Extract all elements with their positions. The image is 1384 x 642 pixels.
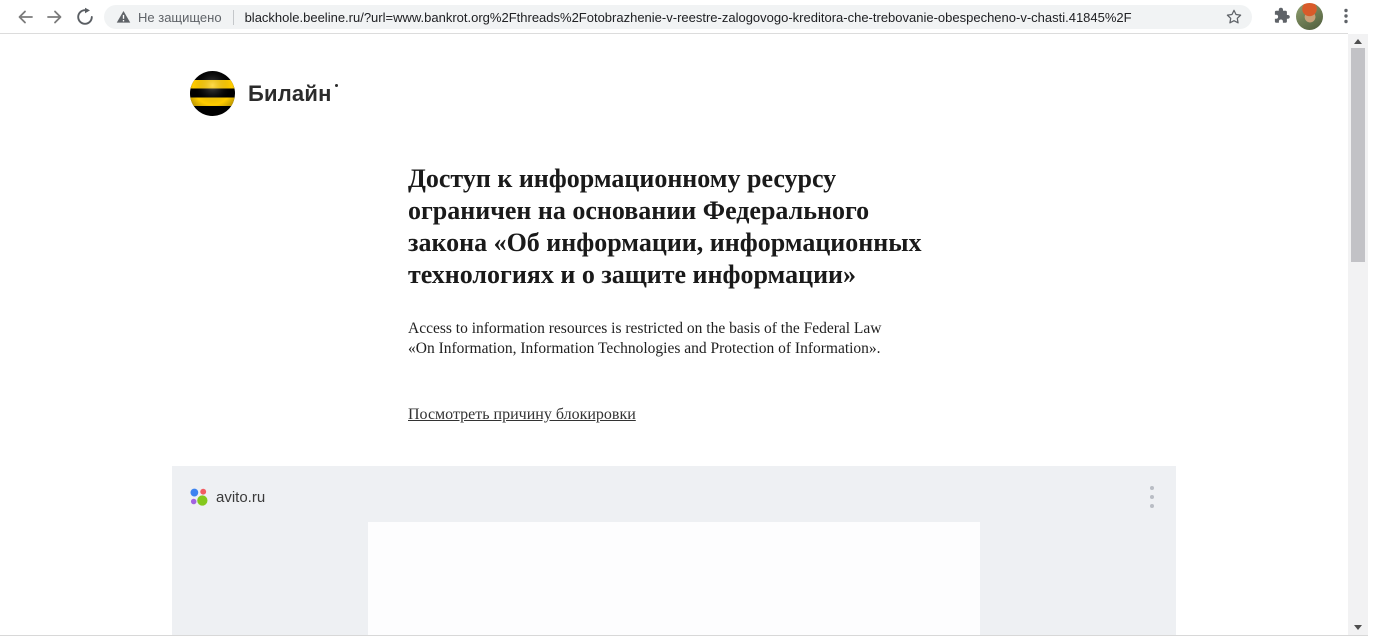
view-block-reason-link[interactable]: Посмотреть причину блокировки	[408, 406, 636, 424]
ad-site-label: avito.ru	[216, 489, 265, 506]
profile-avatar[interactable]	[1296, 3, 1323, 30]
url-bar[interactable]: Не защищено blackhole.beeline.ru/?url=ww…	[104, 5, 1252, 29]
browser-toolbar: Не защищено blackhole.beeline.ru/?url=ww…	[0, 0, 1384, 33]
ad-options-icon[interactable]	[1144, 484, 1160, 510]
scrollbar-thumb[interactable]	[1351, 48, 1365, 262]
toolbar-divider	[0, 33, 1348, 34]
extensions-puzzle-icon[interactable]	[1271, 6, 1293, 28]
ad-block: avito.ru	[172, 466, 1176, 635]
browser-window: Не защищено blackhole.beeline.ru/?url=ww…	[0, 0, 1384, 642]
block-heading: Доступ к информационному ресурсу огранич…	[408, 163, 922, 291]
beeline-brand-text: Билайн	[248, 81, 332, 107]
trademark-dot-icon	[335, 84, 338, 87]
ad-header: avito.ru	[190, 486, 1160, 508]
security-label[interactable]: Не защищено	[138, 10, 222, 25]
back-button[interactable]	[12, 4, 38, 30]
scroll-down-arrow[interactable]	[1348, 620, 1368, 634]
reload-icon	[75, 7, 95, 27]
vertical-scrollbar[interactable]	[1348, 34, 1368, 635]
block-subheading-en: Access to information resources is restr…	[408, 319, 881, 358]
beeline-logo[interactable]: Билайн	[190, 71, 338, 116]
forward-arrow-icon	[45, 7, 65, 27]
bookmark-star-icon[interactable]	[1225, 8, 1243, 26]
window-bottom-edge	[0, 635, 1368, 636]
url-separator	[233, 10, 234, 25]
reload-button[interactable]	[72, 4, 98, 30]
back-arrow-icon	[15, 7, 35, 27]
url-text[interactable]: blackhole.beeline.ru/?url=www.bankrot.or…	[245, 10, 1132, 25]
avito-logo-icon	[190, 488, 209, 507]
forward-button[interactable]	[42, 4, 68, 30]
not-secure-warning-icon[interactable]	[116, 10, 131, 24]
beeline-sphere-icon	[190, 71, 235, 116]
ad-content-placeholder	[368, 522, 980, 635]
browser-menu-icon[interactable]	[1336, 6, 1356, 28]
scroll-up-arrow[interactable]	[1348, 34, 1368, 48]
